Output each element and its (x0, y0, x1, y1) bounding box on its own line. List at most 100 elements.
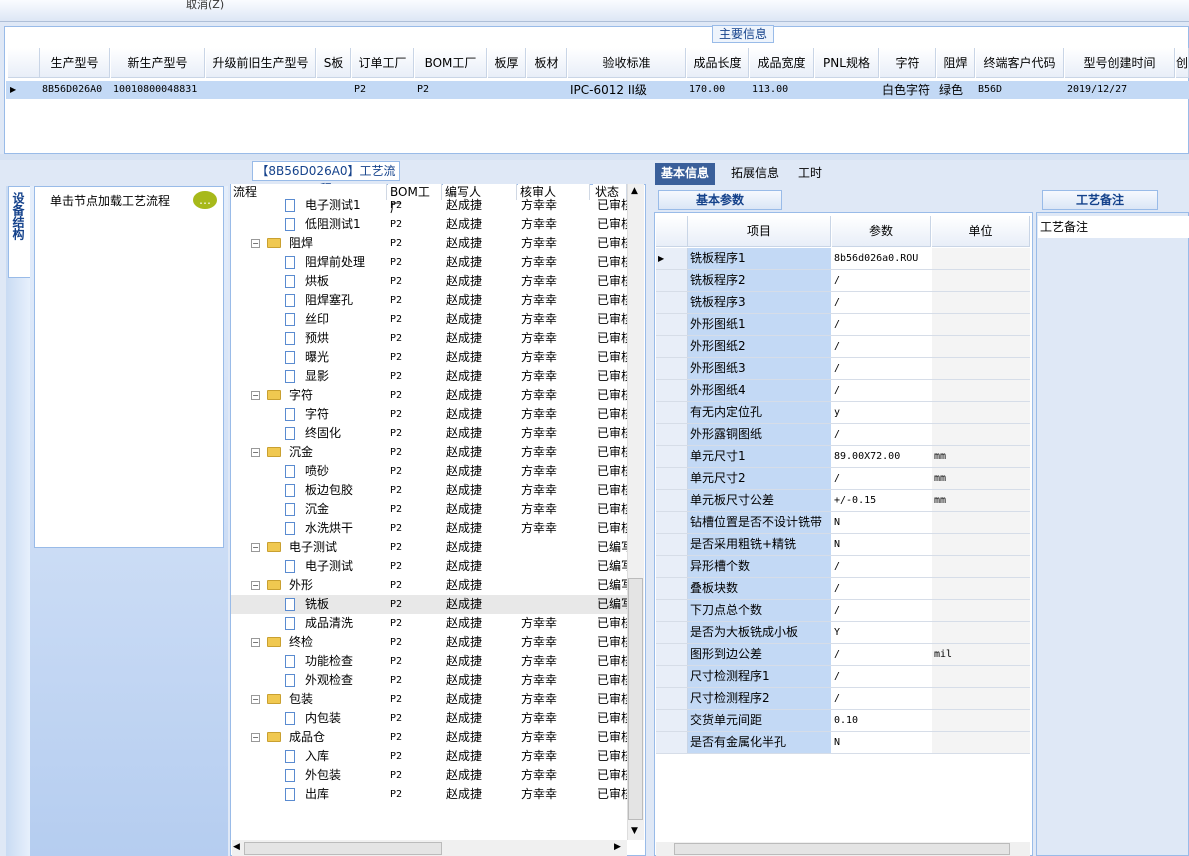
tab-basic-params[interactable]: 基本参数 (658, 190, 782, 210)
row-selector[interactable] (656, 534, 688, 555)
collapse-toggle-icon[interactable]: − (251, 695, 260, 704)
detail-tab[interactable]: 拓展信息 (725, 163, 785, 185)
param-row[interactable]: 是否采用粗铣+精铣 N (656, 534, 1030, 556)
main-grid-cell[interactable]: IPC-6012 II级 (568, 81, 686, 99)
param-value[interactable]: / (832, 556, 931, 577)
flow-tree-node[interactable]: 出库 P2 赵成捷 方幸幸 已审核 (231, 785, 627, 804)
flow-tree-node[interactable]: 终固化 P2 赵成捷 方幸幸 已审核 (231, 424, 627, 443)
row-selector[interactable] (656, 336, 688, 357)
param-row[interactable]: ▶ 铣板程序1 8b56d026a0.ROU (656, 248, 1030, 270)
row-selector[interactable] (656, 644, 688, 665)
flow-horizontal-scroll-thumb[interactable] (244, 842, 442, 855)
row-selector[interactable] (656, 468, 688, 489)
collapse-toggle-icon[interactable]: − (251, 581, 260, 590)
param-row[interactable]: 外形图纸1/ (656, 314, 1030, 336)
collapse-toggle-icon[interactable]: − (251, 448, 260, 457)
param-value[interactable]: 8b56d026a0.ROU (832, 248, 931, 269)
param-row[interactable]: 单元尺寸2/mm (656, 468, 1030, 490)
collapse-toggle-icon[interactable]: − (251, 239, 260, 248)
main-grid-cell[interactable] (527, 81, 567, 99)
param-row[interactable]: 有无内定位孔 y (656, 402, 1030, 424)
param-value[interactable]: / (832, 292, 931, 313)
flow-tree-node[interactable]: 显影 P2 赵成捷 方幸幸 已审核 (231, 367, 627, 386)
param-row[interactable]: 铣板程序2/ (656, 270, 1030, 292)
param-horizontal-scroll-thumb[interactable] (674, 843, 1010, 855)
collapse-toggle-icon[interactable]: − (251, 543, 260, 552)
flow-tree-node[interactable]: 水洗烘干 P2 赵成捷 方幸幸 已审核 (231, 519, 627, 538)
param-grid-column-header[interactable]: 项目 (688, 216, 831, 247)
main-grid-cell[interactable] (1176, 81, 1189, 99)
scroll-right-arrow-icon[interactable]: ▶ (614, 842, 621, 852)
scroll-up-arrow-icon[interactable]: ▲ (631, 186, 638, 196)
param-row[interactable]: 钻槽位置是否不设计铣带 N (656, 512, 1030, 534)
param-value[interactable]: / (832, 380, 931, 401)
row-selector[interactable] (656, 292, 688, 313)
main-grid-column-header[interactable]: BOM工厂 (415, 48, 487, 78)
param-row[interactable]: 交货单元间距 0.10 (656, 710, 1030, 732)
flow-tree-node[interactable]: 曝光 P2 赵成捷 方幸幸 已审核 (231, 348, 627, 367)
param-value[interactable]: 0.10 (832, 710, 931, 731)
flow-tree-node[interactable]: − 沉金 P2 赵成捷 方幸幸 已审核 (231, 443, 627, 462)
flow-tree-node[interactable]: − 包装 P2 赵成捷 方幸幸 已审核 (231, 690, 627, 709)
row-selector[interactable] (656, 666, 688, 687)
flow-tree-node[interactable]: 电子测试 P2 赵成捷 已编写 (231, 557, 627, 576)
param-row[interactable]: 下刀点总个数 / (656, 600, 1030, 622)
main-grid-column-header[interactable]: 验收标准 (568, 48, 686, 78)
row-selector[interactable] (656, 380, 688, 401)
param-row[interactable]: 外形图纸3/ (656, 358, 1030, 380)
flow-vertical-scroll-thumb[interactable] (628, 578, 643, 820)
row-selector[interactable] (656, 402, 688, 423)
param-value[interactable]: N (832, 732, 931, 753)
param-value[interactable]: / (832, 644, 931, 665)
flow-tree-node[interactable]: 外观检查 P2 赵成捷 方幸幸 已审核 (231, 671, 627, 690)
flow-tree-node[interactable]: − 阻焊 P2 赵成捷 方幸幸 已审核 (231, 234, 627, 253)
flow-tree-node[interactable]: 丝印 P2 赵成捷 方幸幸 已审核 (231, 310, 627, 329)
param-value[interactable]: / (832, 358, 931, 379)
main-grid-column-header[interactable]: 板材 (527, 48, 567, 78)
row-selector[interactable] (656, 622, 688, 643)
param-row[interactable]: 单元尺寸1 89.00X72.00 mm (656, 446, 1030, 468)
main-grid-column-header[interactable]: PNL规格 (815, 48, 879, 78)
param-value[interactable]: y (832, 402, 931, 423)
main-grid-cell[interactable] (206, 81, 316, 99)
main-grid-column-header[interactable]: 创 (1176, 48, 1189, 78)
param-row[interactable]: 是否为大板铣成小板 Y (656, 622, 1030, 644)
flow-tree-node[interactable]: 铣板 P2 赵成捷 已编写 (231, 595, 627, 614)
flow-tree-node[interactable]: 字符 P2 赵成捷 方幸幸 已审核 (231, 405, 627, 424)
main-grid-cell[interactable]: 白色字符 (880, 81, 936, 99)
scroll-down-arrow-icon[interactable]: ▼ (631, 826, 638, 836)
main-grid-cell[interactable]: 170.00 (687, 81, 749, 99)
scroll-left-arrow-icon[interactable]: ◀ (233, 842, 240, 852)
param-value[interactable]: / (832, 314, 931, 335)
param-row[interactable]: 单元板尺寸公差 +/-0.15 mm (656, 490, 1030, 512)
param-row[interactable]: 尺寸检测程序2/ (656, 688, 1030, 710)
param-value[interactable]: 89.00X72.00 (832, 446, 931, 467)
main-grid-column-header[interactable]: 成品长度 (687, 48, 749, 78)
main-grid-cell[interactable]: 绿色 (937, 81, 975, 99)
param-row[interactable]: 外形图纸2/ (656, 336, 1030, 358)
collapse-toggle-icon[interactable]: − (251, 638, 260, 647)
flow-tree-node[interactable]: 沉金 P2 赵成捷 方幸幸 已审核 (231, 500, 627, 519)
cancel-button[interactable]: 取消(Z) (186, 0, 224, 12)
flow-tree-node[interactable]: 阻焊前处理 P2 赵成捷 方幸幸 已审核 (231, 253, 627, 272)
flow-tree-node[interactable]: 烘板 P2 赵成捷 方幸幸 已审核 (231, 272, 627, 291)
param-value[interactable]: Y (832, 622, 931, 643)
collapse-toggle-icon[interactable]: − (251, 733, 260, 742)
main-grid-cell[interactable]: P2 (415, 81, 487, 99)
flow-tree-node[interactable]: − 终检 P2 赵成捷 方幸幸 已审核 (231, 633, 627, 652)
tab-process-notes[interactable]: 工艺备注 (1042, 190, 1158, 210)
flow-tree-node[interactable]: − 电子测试 P2 赵成捷 已编写 (231, 538, 627, 557)
flow-tree-node[interactable]: − 外形 P2 赵成捷 已编写 (231, 576, 627, 595)
flow-tree-node[interactable]: 板边包胶 P2 赵成捷 方幸幸 已审核 (231, 481, 627, 500)
main-grid-column-header[interactable]: 订单工厂 (352, 48, 414, 78)
row-selector[interactable] (656, 710, 688, 731)
row-selector[interactable] (656, 556, 688, 577)
param-value[interactable]: / (832, 600, 931, 621)
main-grid-cell[interactable]: 113.00 (750, 81, 814, 99)
main-grid-cell[interactable]: B56D (976, 81, 1064, 99)
param-value[interactable]: / (832, 270, 931, 291)
param-value[interactable]: / (832, 666, 931, 687)
flow-tree-node[interactable]: − 成品仓 P2 赵成捷 方幸幸 已审核 (231, 728, 627, 747)
main-grid-cell[interactable] (815, 81, 879, 99)
flow-tree-node[interactable]: 外包装 P2 赵成捷 方幸幸 已审核 (231, 766, 627, 785)
